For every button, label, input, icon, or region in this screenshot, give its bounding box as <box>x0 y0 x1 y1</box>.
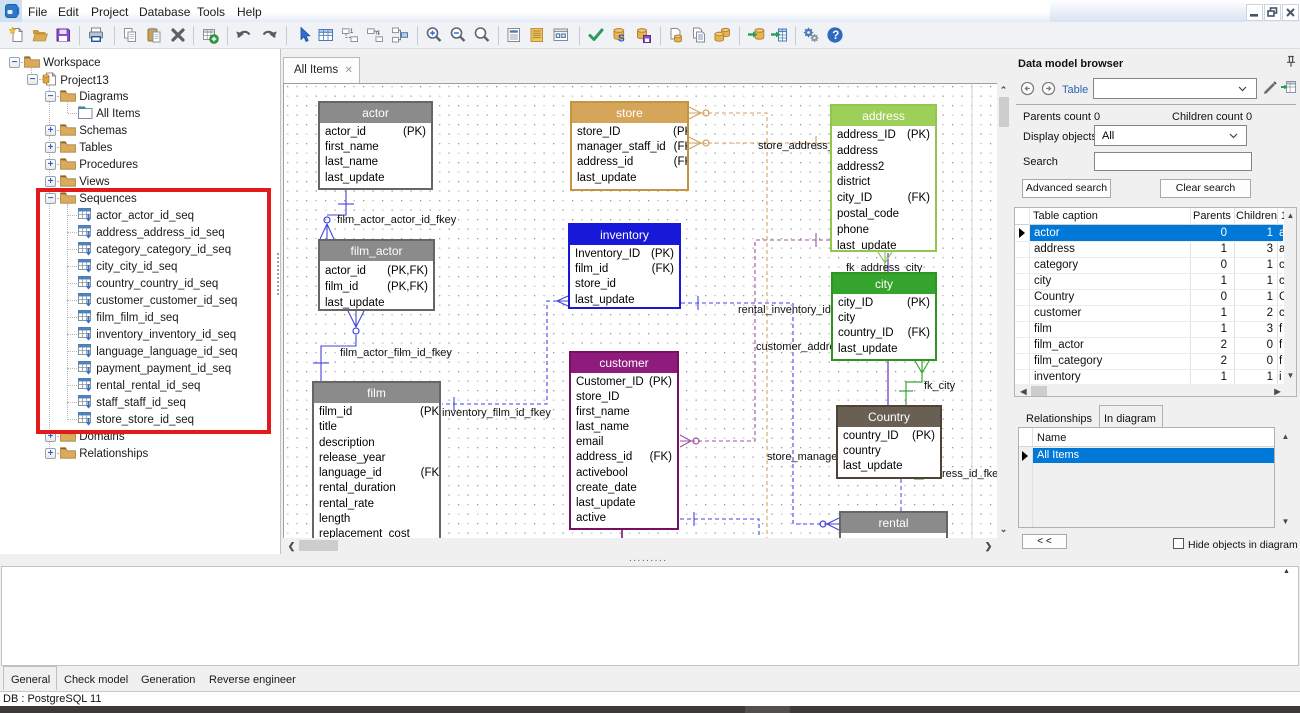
svg-text:?: ? <box>832 30 839 42</box>
svg-text:S: S <box>618 34 625 45</box>
svg-text:n: n <box>376 31 379 37</box>
svg-text:1: 1 <box>350 29 354 35</box>
